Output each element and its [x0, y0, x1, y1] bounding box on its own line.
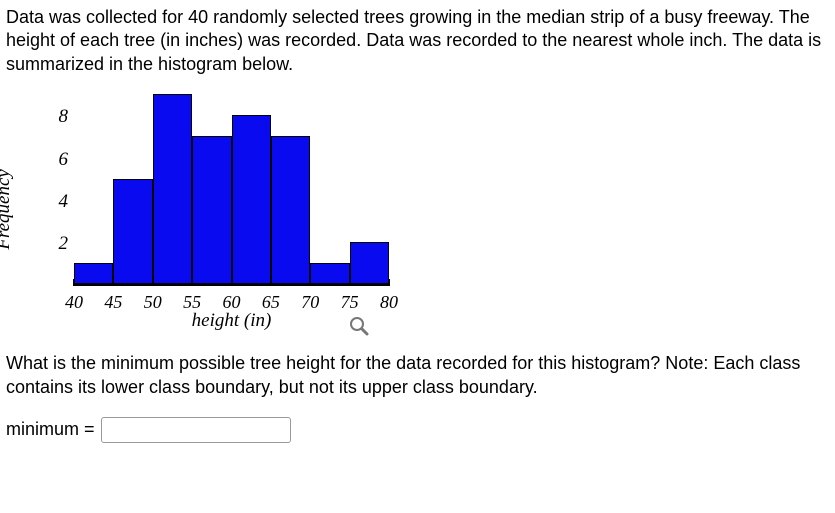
bar [113, 179, 152, 285]
bar [192, 136, 231, 284]
y-tick-label: 6 [59, 149, 69, 171]
y-tick-label: 2 [59, 233, 69, 255]
magnify-icon[interactable] [349, 316, 369, 341]
bar [310, 263, 349, 284]
question-text: What is the minimum possible tree height… [6, 352, 829, 399]
y-axis-label: Frequency [0, 169, 15, 250]
bar [153, 94, 192, 284]
bar [271, 136, 310, 284]
y-tick-label: 8 [59, 106, 69, 128]
x-axis-label: height (in) [74, 310, 389, 332]
y-ticks: 2 4 6 8 [44, 96, 68, 286]
y-tick-label: 4 [59, 191, 69, 213]
minimum-input[interactable] [101, 417, 291, 443]
bar [232, 115, 271, 284]
x-ticks: 404550556065707580 [74, 288, 389, 312]
bars-container [74, 96, 389, 284]
answer-label: minimum = [6, 419, 95, 440]
answer-row: minimum = [6, 417, 829, 443]
histogram-chart: Frequency 2468 404550556065707580 height… [14, 96, 414, 336]
bar [74, 263, 113, 284]
bar [350, 242, 389, 284]
problem-intro: Data was collected for 40 randomly selec… [6, 6, 829, 76]
plot-area [74, 96, 389, 286]
